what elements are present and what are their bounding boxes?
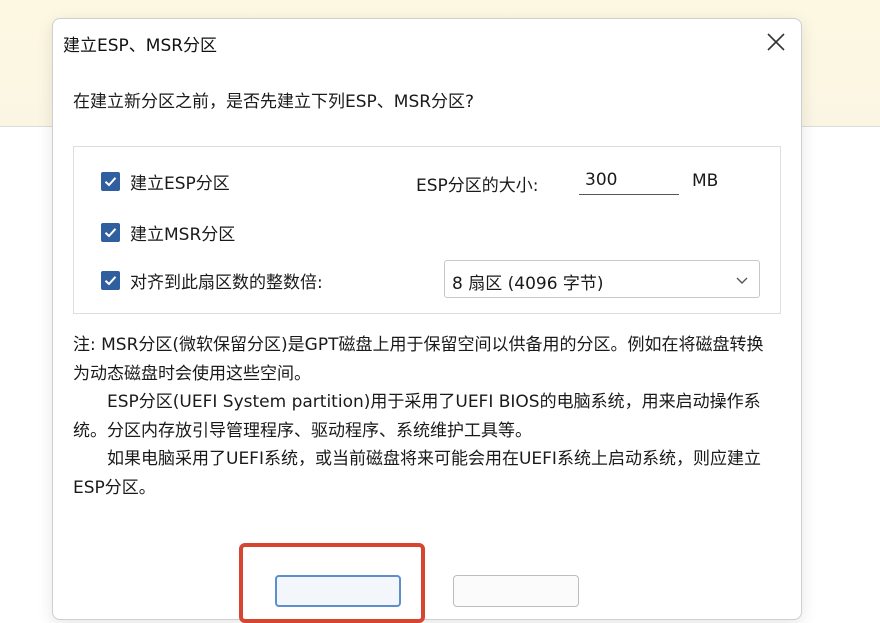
highlight-annotation xyxy=(239,543,425,623)
chevron-down-icon xyxy=(736,277,748,284)
align-sectors-select[interactable]: 8 扇区 (4096 字节) xyxy=(444,260,760,298)
note-uefi: 如果电脑采用了UEFI系统，或当前磁盘将来可能会用在UEFI系统上启动系统，则应… xyxy=(73,449,761,498)
cancel-button[interactable] xyxy=(453,575,579,607)
create-esp-checkbox[interactable]: 建立ESP分区 xyxy=(101,169,230,194)
esp-size-input[interactable] xyxy=(579,165,679,195)
options-panel: 建立ESP分区 ESP分区的大小: MB 建立MSR分区 对齐到此扇区数的整数倍… xyxy=(73,146,781,314)
align-sectors-checkbox[interactable]: 对齐到此扇区数的整数倍: xyxy=(101,268,323,293)
esp-size-label: ESP分区的大小: xyxy=(416,176,539,196)
create-esp-label: 建立ESP分区 xyxy=(130,174,230,194)
title-bar: 建立ESP、MSR分区 xyxy=(53,19,801,65)
close-icon xyxy=(767,33,785,51)
align-sectors-label: 对齐到此扇区数的整数倍: xyxy=(130,273,323,293)
checkbox-checked-icon xyxy=(101,223,120,242)
create-msr-checkbox[interactable]: 建立MSR分区 xyxy=(101,220,235,245)
close-button[interactable] xyxy=(761,27,791,57)
align-selected-value: 8 扇区 (4096 字节) xyxy=(452,274,604,294)
checkbox-checked-icon xyxy=(101,172,120,191)
note-esp: ESP分区(UEFI System partition)用于采用了UEFI BI… xyxy=(73,392,761,441)
dialog-title: 建立ESP、MSR分区 xyxy=(63,36,218,56)
create-msr-label: 建立MSR分区 xyxy=(130,225,236,245)
notes-text: 注: MSR分区(微软保留分区)是GPT磁盘上用于保留空间以供备用的分区。例如在… xyxy=(73,331,779,502)
esp-msr-dialog: 建立ESP、MSR分区 在建立新分区之前，是否先建立下列ESP、MSR分区? 建… xyxy=(52,18,802,623)
note-msr: 注: MSR分区(微软保留分区)是GPT磁盘上用于保留空间以供备用的分区。例如在… xyxy=(73,335,764,384)
checkbox-checked-icon xyxy=(101,271,120,290)
esp-size-unit: MB xyxy=(692,171,719,191)
dialog-question: 在建立新分区之前，是否先建立下列ESP、MSR分区? xyxy=(73,92,475,112)
